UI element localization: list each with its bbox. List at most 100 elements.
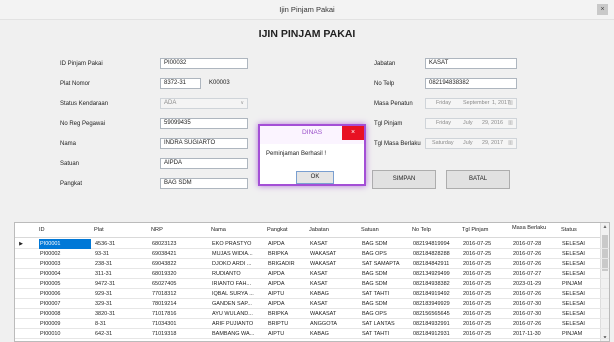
table-cell: 93-31: [95, 251, 110, 257]
plat-nomor-field[interactable]: 8372-31: [160, 78, 201, 89]
table-cell: 2016-07-25: [463, 261, 492, 267]
column-header[interactable]: ID: [39, 223, 45, 238]
batal-button[interactable]: BATAL: [446, 170, 510, 189]
table-cell: BAG SDM: [362, 301, 388, 307]
table-cell: 929-31: [95, 291, 113, 297]
scroll-up-icon[interactable]: ▲: [601, 223, 609, 232]
chevron-down-icon: ∨: [240, 100, 244, 106]
table-cell: 2017-11-30: [513, 331, 541, 337]
table-cell: BRIPKA: [268, 251, 289, 257]
column-header[interactable]: Satuan: [361, 223, 379, 238]
table-cell: 082184919492: [413, 291, 450, 297]
table-cell: 082184932991: [413, 321, 450, 327]
penetun-month: September: [463, 100, 490, 106]
pinjam-month: July: [463, 120, 473, 126]
table-cell: SELESAI: [562, 261, 585, 267]
table-cell: 65027405: [152, 281, 177, 287]
table-cell: KASAT: [310, 241, 328, 247]
simpan-button[interactable]: SIMPAN: [372, 170, 436, 189]
page-title: IJIN PINJAM PAKAI: [258, 28, 356, 40]
table-row[interactable]: PI00003 238-31 69043822 DJOKO ARDI ... BRIGA…: [15, 259, 609, 269]
table-cell: BAG SDM: [362, 271, 388, 277]
table-row[interactable]: PI00007 329-31 78019214 GANDEN SAP... AIPDA K…: [15, 299, 609, 309]
table-cell: 311-31: [95, 271, 112, 277]
telp-field[interactable]: 082194838382: [425, 78, 517, 89]
table-cell: IRIANTO FAH...: [212, 281, 252, 287]
close-icon[interactable]: ×: [597, 4, 608, 15]
satuan-field[interactable]: AIPDA: [160, 158, 248, 169]
table-cell: 2016-07-25: [463, 311, 492, 317]
table-cell: AIPTU: [268, 291, 285, 297]
table-row[interactable]: PI00008 3820-31 71017816 AYU WULAND... BRIPK…: [15, 309, 609, 319]
column-header[interactable]: Pangkat: [267, 223, 288, 238]
table-cell: AIPDA: [268, 301, 285, 307]
nrp-field[interactable]: 59099435: [160, 118, 248, 129]
calendar-icon[interactable]: ▥: [508, 99, 513, 108]
table-cell: PI00005: [40, 281, 61, 287]
table-cell: SAT SAMAPTA: [362, 261, 400, 267]
column-header[interactable]: Nama: [211, 223, 226, 238]
table-cell: PI00010: [40, 331, 61, 337]
table-cell: 329-31: [95, 301, 113, 307]
table-cell: BAG OPS: [362, 251, 387, 257]
column-header[interactable]: Jabatan: [309, 223, 329, 238]
table-row[interactable]: PI00010 642-31 71019318 BAMBANG WA... AIPTU K…: [15, 329, 609, 339]
table-cell: 2016-07-27: [513, 271, 542, 277]
penetun-label: Masa Penatun: [374, 101, 413, 107]
tgl-pinjam-date[interactable]: Friday July 29, 2016 ▥: [425, 118, 517, 129]
table-cell: WAKASAT: [310, 261, 337, 267]
berlaku-month: July: [463, 140, 473, 146]
tgl-masa-berlaku-date[interactable]: Saturday July 29, 2017 ▥: [425, 138, 517, 149]
table-row[interactable]: PI00002 93-31 69038421 MUJAS WIDIA... BRIPKA…: [15, 249, 609, 259]
berlaku-label: Tgl Masa Berlaku: [374, 141, 421, 147]
table-row[interactable]: PI00006 929-31 77018312 IQBAL SURYA ... AIPT…: [15, 289, 609, 299]
table-cell: ARIF PUJIANTO: [212, 321, 254, 327]
close-icon[interactable]: ×: [342, 126, 364, 140]
nama-field[interactable]: INDRA SUGIARTO: [160, 138, 248, 149]
table-cell: 082194819994: [413, 241, 450, 247]
table-cell: PI00006: [40, 291, 61, 297]
status-kendaraan-select[interactable]: ADA ∨: [160, 98, 248, 109]
table-cell: KABAG: [310, 331, 329, 337]
table-cell: BRIPTU: [268, 321, 289, 327]
ok-button[interactable]: OK: [296, 171, 334, 184]
table-row[interactable]: PI00009 8-31 71034301 ARIF PUJIANTO BRIPTU AN…: [15, 319, 609, 329]
column-header[interactable]: NRP: [151, 223, 163, 238]
table-cell: 71019318: [152, 331, 177, 337]
pangkat-field[interactable]: BAG SDM: [160, 178, 248, 189]
pangkat-label: Pangkat: [60, 181, 83, 187]
table-cell: KASAT: [310, 281, 328, 287]
table-cell: 2016-07-25: [463, 321, 492, 327]
status-label: Status Kendaraan: [60, 101, 109, 107]
masa-penetun-date[interactable]: Friday September 1, 2017 ▥: [425, 98, 517, 109]
table-cell: IQBAL SURYA ...: [212, 291, 254, 297]
pinjam-table[interactable]: ID Plat NRP Nama Pangkat Jabatan Satuan No Telp…: [14, 222, 610, 342]
table-cell: SELESAI: [562, 251, 585, 257]
table-row[interactable]: PI00004 311-31 68019320 RUDIANTO AIPDA KASAT B…: [15, 269, 609, 279]
table-cell: BAMBANG WA...: [212, 331, 255, 337]
table-cell: AIPTU: [268, 331, 285, 337]
jabatan-field[interactable]: KASAT: [425, 58, 517, 69]
table-cell: 2016-07-28: [513, 241, 542, 247]
table-cell: 2016-07-30: [513, 311, 542, 317]
column-header[interactable]: No Telp: [412, 223, 431, 238]
table-row[interactable]: PI00005 9472-31 65027405 IRIANTO FAH... AIPD…: [15, 279, 609, 289]
column-header[interactable]: Plat: [94, 223, 104, 238]
calendar-icon[interactable]: ▥: [508, 139, 513, 148]
pinjam-date: 29, 2016: [482, 120, 503, 126]
plat-code: K00003: [209, 80, 230, 86]
id-pinjam-field[interactable]: PI00032: [160, 58, 248, 69]
table-cell: DJOKO ARDI ...: [212, 261, 252, 267]
column-header[interactable]: Status: [561, 223, 577, 238]
table-row[interactable]: ▶ PI00001 4536-31 68023123 EKO PRASTYO AIPDA K…: [15, 239, 609, 249]
column-header[interactable]: Tgl Pinjam: [462, 223, 488, 238]
table-cell: 238-31: [95, 261, 113, 267]
table-cell: PINJAM: [562, 331, 583, 337]
table-cell: 69043822: [152, 261, 177, 267]
calendar-icon[interactable]: ▥: [508, 119, 513, 128]
jabatan-label: Jabatan: [374, 61, 396, 67]
column-header[interactable]: Masa Berlaku: [512, 225, 546, 240]
table-cell: SELESAI: [562, 241, 585, 247]
table-cell: 4536-31: [95, 241, 116, 247]
table-cell: BAG SDM: [362, 241, 388, 247]
